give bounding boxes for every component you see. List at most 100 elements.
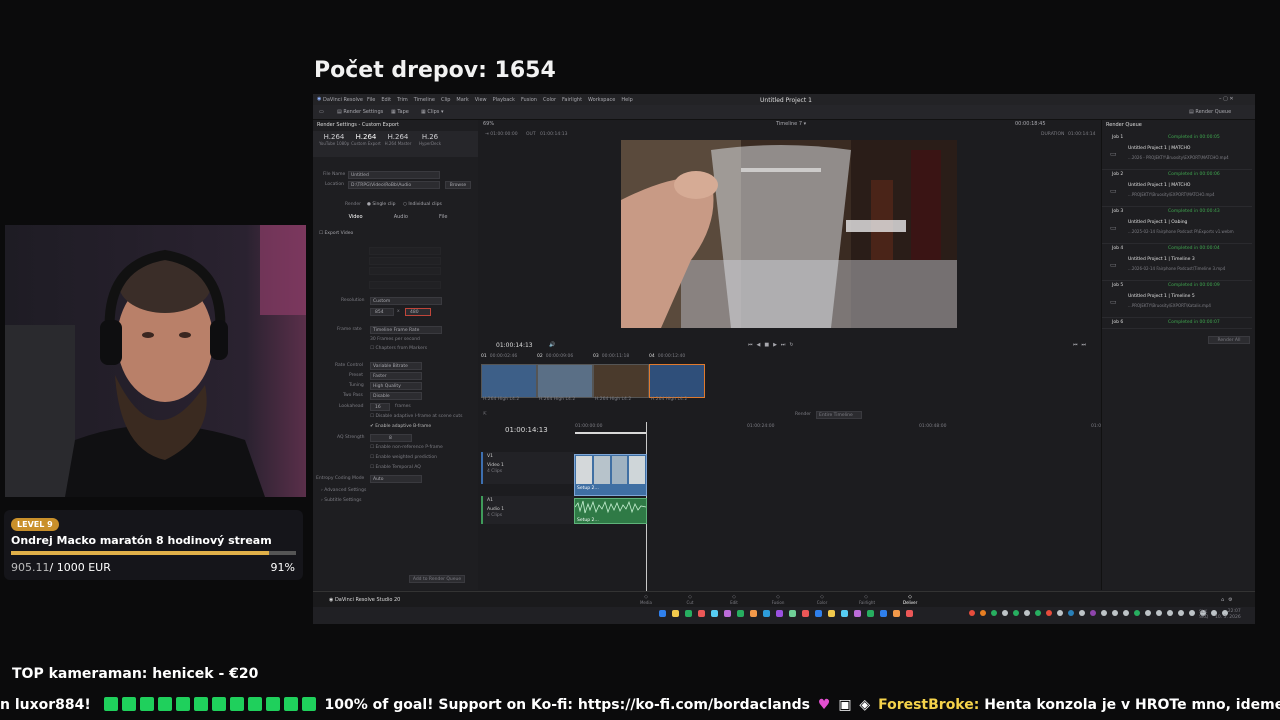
tray-icon[interactable] <box>1167 610 1173 616</box>
clock[interactable]: 22:07 10. 3. 2026 <box>1215 609 1241 621</box>
entropy-select[interactable]: Auto <box>370 475 422 483</box>
page-tab-edit[interactable]: ◇ Edit <box>727 594 741 605</box>
page-tab-cut[interactable]: ◇ Cut <box>683 594 697 605</box>
render-job[interactable]: Job 2 Completed in 00:00:06 ▭ Untitled Proj… <box>1102 170 1252 207</box>
preset-2[interactable]: H.264 Custom Export <box>351 133 381 146</box>
opt4-checkbox[interactable]: ☐ Enable weighted prediction <box>370 455 437 460</box>
zoom-level[interactable]: 69% <box>483 121 494 127</box>
clip-thumbnail[interactable] <box>649 364 705 398</box>
menu-item-fusion[interactable]: Fusion <box>521 97 537 103</box>
file-name-field[interactable]: Untitled <box>348 171 440 179</box>
tray-icon[interactable] <box>1079 610 1085 616</box>
frame-rate-select[interactable]: Timeline Frame Rate <box>370 326 442 334</box>
tray-icon[interactable] <box>1046 610 1052 616</box>
tab-audio[interactable]: Audio <box>394 214 408 222</box>
taskbar-app-icon[interactable] <box>711 610 718 617</box>
tab-file[interactable]: File <box>439 214 447 222</box>
tray-icon[interactable] <box>1035 610 1041 616</box>
timeline-select[interactable]: Timeline 7 ▾ <box>776 121 806 127</box>
rate-control-select[interactable]: Variable Bitrate <box>370 362 422 370</box>
res-height-field[interactable]: 480 <box>405 308 431 316</box>
menu-item-trim[interactable]: Trim <box>397 97 408 103</box>
export-video-checkbox[interactable]: ☐ Export Video <box>319 231 353 236</box>
taskbar-app-icon[interactable] <box>659 610 666 617</box>
taskbar-app-icon[interactable] <box>802 610 809 617</box>
clip-thumbnail[interactable] <box>593 364 649 398</box>
taskbar-app-icon[interactable] <box>776 610 783 617</box>
taskbar-app-icon[interactable] <box>685 610 692 617</box>
tuning-select[interactable]: High Quality <box>370 382 422 390</box>
render-job[interactable]: Job 4 Completed in 00:00:04 ▭ Untitled Proj… <box>1102 244 1252 281</box>
tray-icon[interactable] <box>1013 610 1019 616</box>
render-job[interactable]: Job 6 Completed in 00:00:07 <box>1102 318 1252 329</box>
tray-icon[interactable] <box>1002 610 1008 616</box>
taskbar-app-icon[interactable] <box>672 610 679 617</box>
browse-button[interactable]: Browse <box>445 181 471 189</box>
tray-icon[interactable] <box>980 610 986 616</box>
res-width-field[interactable]: 854 <box>370 308 394 316</box>
clip-thumbnail[interactable] <box>537 364 593 398</box>
render-job[interactable]: Job 5 Completed in 00:00:09 ▭ Untitled Proj… <box>1102 281 1252 318</box>
resolution-select[interactable]: Custom <box>370 297 442 305</box>
tray-icon[interactable] <box>1189 610 1195 616</box>
tray-icon[interactable] <box>1090 610 1096 616</box>
menu-item-view[interactable]: View <box>475 97 487 103</box>
page-tab-color[interactable]: ◇ Color <box>815 594 829 605</box>
advanced-settings-toggle[interactable]: › Advanced Settings <box>321 488 366 493</box>
taskbar-app-icon[interactable] <box>698 610 705 617</box>
preset-1[interactable]: H.264 YouTube 1080p <box>319 133 349 146</box>
tab-video[interactable]: Video <box>349 214 363 222</box>
two-pass-select[interactable]: Disable <box>370 392 422 400</box>
preset-select[interactable]: Faster <box>370 372 422 380</box>
jump-controls[interactable]: ⏮⏭ <box>1073 342 1090 348</box>
tray-icon[interactable] <box>1068 610 1074 616</box>
opt2-checkbox[interactable]: ✔ Enable adaptive B-frame <box>370 424 431 429</box>
single-clip-radio[interactable]: ● Single clip <box>367 202 395 207</box>
taskbar-app-icon[interactable] <box>750 610 757 617</box>
taskbar-app-icon[interactable] <box>893 610 900 617</box>
page-tab-fairlight[interactable]: ◇ Fairlight <box>859 594 875 605</box>
menu-item-file[interactable]: File <box>367 97 375 103</box>
volume-icon[interactable]: 🔊 <box>549 342 555 348</box>
opt1-checkbox[interactable]: ☐ Disable adaptive I-frame at scene cuts <box>370 414 462 419</box>
tray-icon[interactable] <box>1134 610 1140 616</box>
individual-clips-radio[interactable]: ○ Individual clips <box>403 202 442 207</box>
taskbar-app-icon[interactable] <box>841 610 848 617</box>
add-to-render-queue-button[interactable]: Add to Render Queue <box>409 575 465 583</box>
taskbar-app-icon[interactable] <box>789 610 796 617</box>
taskbar-app-icon[interactable] <box>763 610 770 617</box>
taskbar-app-icon[interactable] <box>737 610 744 617</box>
clips-button[interactable]: ▦ Clips ▾ <box>421 109 444 115</box>
page-tab-media[interactable]: ◇ Media <box>639 594 653 605</box>
menu-item-help[interactable]: Help <box>621 97 632 103</box>
render-job[interactable]: Job 3 Completed in 00:00:43 ▭ Untitled Proj… <box>1102 207 1252 244</box>
layout-icon[interactable]: ▭ <box>319 109 324 115</box>
taskbar-app-icon[interactable] <box>880 610 887 617</box>
location-field[interactable]: D:\TRPG\Video\RoBb\Audio <box>348 181 440 189</box>
tray-icon[interactable] <box>1123 610 1129 616</box>
tray-icon[interactable] <box>1024 610 1030 616</box>
menu-item-fairlight[interactable]: Fairlight <box>562 97 582 103</box>
timeline-options-icon[interactable]: ⇱ <box>483 412 487 417</box>
home-settings-icons[interactable]: ⌂⚙ <box>1221 597 1237 603</box>
audio-clips-block[interactable]: Setup 2… <box>574 498 647 524</box>
menu-item-workspace[interactable]: Workspace <box>588 97 615 103</box>
tape-button[interactable]: ▦ Tape <box>391 109 409 115</box>
menu-item-mark[interactable]: Mark <box>456 97 468 103</box>
page-tab-fusion[interactable]: ◇ Fusion <box>771 594 785 605</box>
render-settings-button[interactable]: ▤ Render Settings <box>337 109 383 115</box>
menu-item-color[interactable]: Color <box>543 97 556 103</box>
taskbar-app-icon[interactable] <box>815 610 822 617</box>
tray-icon[interactable] <box>1178 610 1184 616</box>
aq-field[interactable]: 8 <box>370 434 412 442</box>
tray-icon[interactable] <box>991 610 997 616</box>
render-job[interactable]: Job 1 Completed in 00:00:05 ▭ Untitled Proj… <box>1102 133 1252 170</box>
tray-icon[interactable] <box>1101 610 1107 616</box>
tray-icon[interactable] <box>969 610 975 616</box>
taskbar-app-icon[interactable] <box>867 610 874 617</box>
menu-item-edit[interactable]: Edit <box>381 97 391 103</box>
chapters-checkbox[interactable]: ☐ Chapters from Markers <box>370 346 427 351</box>
opt5-checkbox[interactable]: ☐ Enable Temporal AQ <box>370 465 421 470</box>
transport-controls[interactable]: ⏮◀■▶⏭↻ <box>748 342 798 348</box>
tray-icon[interactable] <box>1145 610 1151 616</box>
